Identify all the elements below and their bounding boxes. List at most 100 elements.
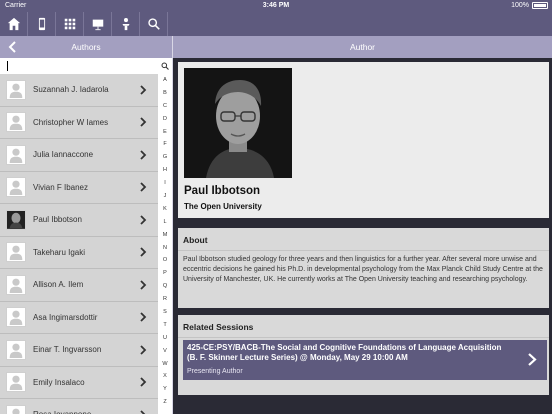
index-letter[interactable]: H bbox=[158, 164, 172, 177]
author-search-input[interactable] bbox=[10, 60, 150, 72]
person-placeholder-icon bbox=[6, 242, 26, 263]
author-detail: Paul Ibbotson The Open University About … bbox=[173, 58, 552, 414]
author-row[interactable]: Allison A. Ilem bbox=[0, 269, 158, 302]
index-letter[interactable]: N bbox=[158, 242, 172, 255]
related-sessions-header: Related Sessions bbox=[183, 322, 254, 332]
author-row[interactable]: Rosa Iovannone bbox=[0, 399, 158, 414]
author-name-label: Emily Insalaco bbox=[33, 377, 85, 387]
grid-icon bbox=[64, 18, 75, 30]
chevron-right-icon bbox=[140, 150, 147, 160]
index-letter[interactable]: Q bbox=[158, 280, 172, 293]
person-podium-icon bbox=[122, 18, 129, 31]
author-row[interactable]: Asa Ingimarsdottir bbox=[0, 302, 158, 334]
person-placeholder-icon bbox=[6, 79, 26, 100]
index-letter[interactable]: R bbox=[158, 293, 172, 306]
person-placeholder-icon bbox=[6, 274, 26, 295]
author-affiliation: The Open University bbox=[184, 202, 262, 211]
person-placeholder-icon bbox=[6, 112, 26, 133]
sessions-button[interactable] bbox=[84, 12, 112, 36]
alphabet-index[interactable]: ABCDEFGHIJKLMNOPQRSTUVWXYZ bbox=[158, 74, 172, 414]
index-letter[interactable]: E bbox=[158, 126, 172, 139]
index-letter[interactable]: P bbox=[158, 267, 172, 280]
index-letter[interactable]: A bbox=[158, 74, 172, 87]
author-row[interactable]: Julia Iannaccone bbox=[0, 139, 158, 172]
index-letter[interactable]: L bbox=[158, 216, 172, 229]
person-placeholder-icon bbox=[6, 404, 26, 414]
chevron-right-icon bbox=[140, 312, 147, 322]
clock: 3:46 PM bbox=[262, 2, 290, 9]
person-placeholder-icon bbox=[6, 144, 26, 165]
battery-icon bbox=[532, 2, 548, 9]
related-sessions-card: Related Sessions 425-CE:PSY/BACB-The Soc… bbox=[178, 315, 549, 395]
author-name-label: Einar T. Ingvarsson bbox=[33, 345, 102, 355]
index-letter[interactable]: J bbox=[158, 190, 172, 203]
author-row[interactable]: Einar T. Ingvarsson bbox=[0, 334, 158, 367]
index-letter[interactable]: C bbox=[158, 100, 172, 113]
author-name-label: Christopher W Iames bbox=[33, 117, 109, 127]
index-letter[interactable]: G bbox=[158, 151, 172, 164]
author-name-label: Vivian F Ibanez bbox=[33, 182, 88, 192]
portrait-image bbox=[184, 68, 292, 178]
author-search-bar bbox=[0, 58, 172, 74]
author-row[interactable]: Christopher W Iames bbox=[0, 107, 158, 139]
index-letter[interactable]: M bbox=[158, 229, 172, 242]
chevron-right-icon bbox=[140, 280, 147, 290]
author-row[interactable]: Emily Insalaco bbox=[0, 367, 158, 399]
chevron-right-icon bbox=[140, 117, 147, 127]
index-letter[interactable]: U bbox=[158, 332, 172, 345]
index-letter[interactable]: D bbox=[158, 113, 172, 126]
index-letter[interactable]: V bbox=[158, 345, 172, 358]
home-button[interactable] bbox=[0, 12, 28, 36]
index-letter[interactable]: W bbox=[158, 358, 172, 371]
about-card: About Paul Ibbotson studied geology for … bbox=[178, 228, 549, 308]
top-toolbar bbox=[0, 12, 552, 36]
index-letter[interactable]: K bbox=[158, 203, 172, 216]
session-item[interactable]: 425-CE:PSY/BACB-The Social and Cognitive… bbox=[183, 340, 547, 380]
person-placeholder-icon bbox=[6, 177, 26, 198]
index-letter[interactable]: O bbox=[158, 254, 172, 267]
author-title: Author bbox=[349, 42, 376, 52]
person-placeholder-icon bbox=[6, 372, 26, 393]
index-letter[interactable]: X bbox=[158, 370, 172, 383]
chevron-right-icon bbox=[140, 345, 147, 355]
author-row[interactable]: Suzannah J. Iadarola bbox=[0, 74, 158, 107]
author-row[interactable]: Takeharu Igaki bbox=[0, 237, 158, 269]
index-letter[interactable]: Z bbox=[158, 396, 172, 409]
index-letter[interactable]: I bbox=[158, 177, 172, 190]
index-letter[interactable]: Y bbox=[158, 383, 172, 396]
phone-icon bbox=[38, 17, 45, 31]
author-photo bbox=[184, 68, 292, 178]
session-title: 425-CE:PSY/BACB-The Social and Cognitive… bbox=[187, 343, 502, 363]
chevron-right-icon bbox=[140, 377, 147, 387]
battery-indicator: 100% bbox=[511, 2, 548, 9]
profile-card: Paul Ibbotson The Open University bbox=[178, 62, 549, 218]
author-row[interactable]: Paul Ibbotson bbox=[0, 204, 158, 237]
grid-button[interactable] bbox=[56, 12, 84, 36]
status-bar: Carrier 3:46 PM 100% bbox=[0, 0, 552, 12]
search-button[interactable] bbox=[140, 12, 168, 36]
chevron-right-icon bbox=[140, 85, 147, 95]
authors-title: Authors bbox=[71, 42, 101, 52]
speakers-button[interactable] bbox=[112, 12, 140, 36]
authors-nav-bar: Authors bbox=[0, 36, 172, 58]
chevron-right-icon bbox=[140, 410, 146, 414]
author-nav-bar: Author bbox=[173, 36, 552, 58]
index-letter[interactable]: T bbox=[158, 319, 172, 332]
phone-button[interactable] bbox=[28, 12, 56, 36]
about-text: Paul Ibbotson studied geology for three … bbox=[183, 256, 543, 284]
person-placeholder-icon bbox=[6, 339, 26, 360]
chevron-right-icon bbox=[528, 353, 537, 366]
author-name-label: Julia Iannaccone bbox=[33, 150, 94, 160]
author-list: Suzannah J. Iadarola Christopher W Iames J… bbox=[0, 74, 158, 414]
text-cursor bbox=[7, 61, 8, 71]
author-name-label: Takeharu Igaki bbox=[33, 247, 86, 257]
home-icon bbox=[7, 17, 20, 31]
index-letter[interactable]: B bbox=[158, 87, 172, 100]
author-name-label: Allison A. Ilem bbox=[33, 280, 84, 290]
author-row[interactable]: Vivian F Ibanez bbox=[0, 172, 158, 204]
index-letter[interactable]: S bbox=[158, 306, 172, 319]
index-letter[interactable]: F bbox=[158, 138, 172, 151]
about-header: About bbox=[183, 235, 208, 245]
chevron-right-icon bbox=[140, 182, 147, 192]
index-search-icon[interactable] bbox=[161, 62, 169, 70]
